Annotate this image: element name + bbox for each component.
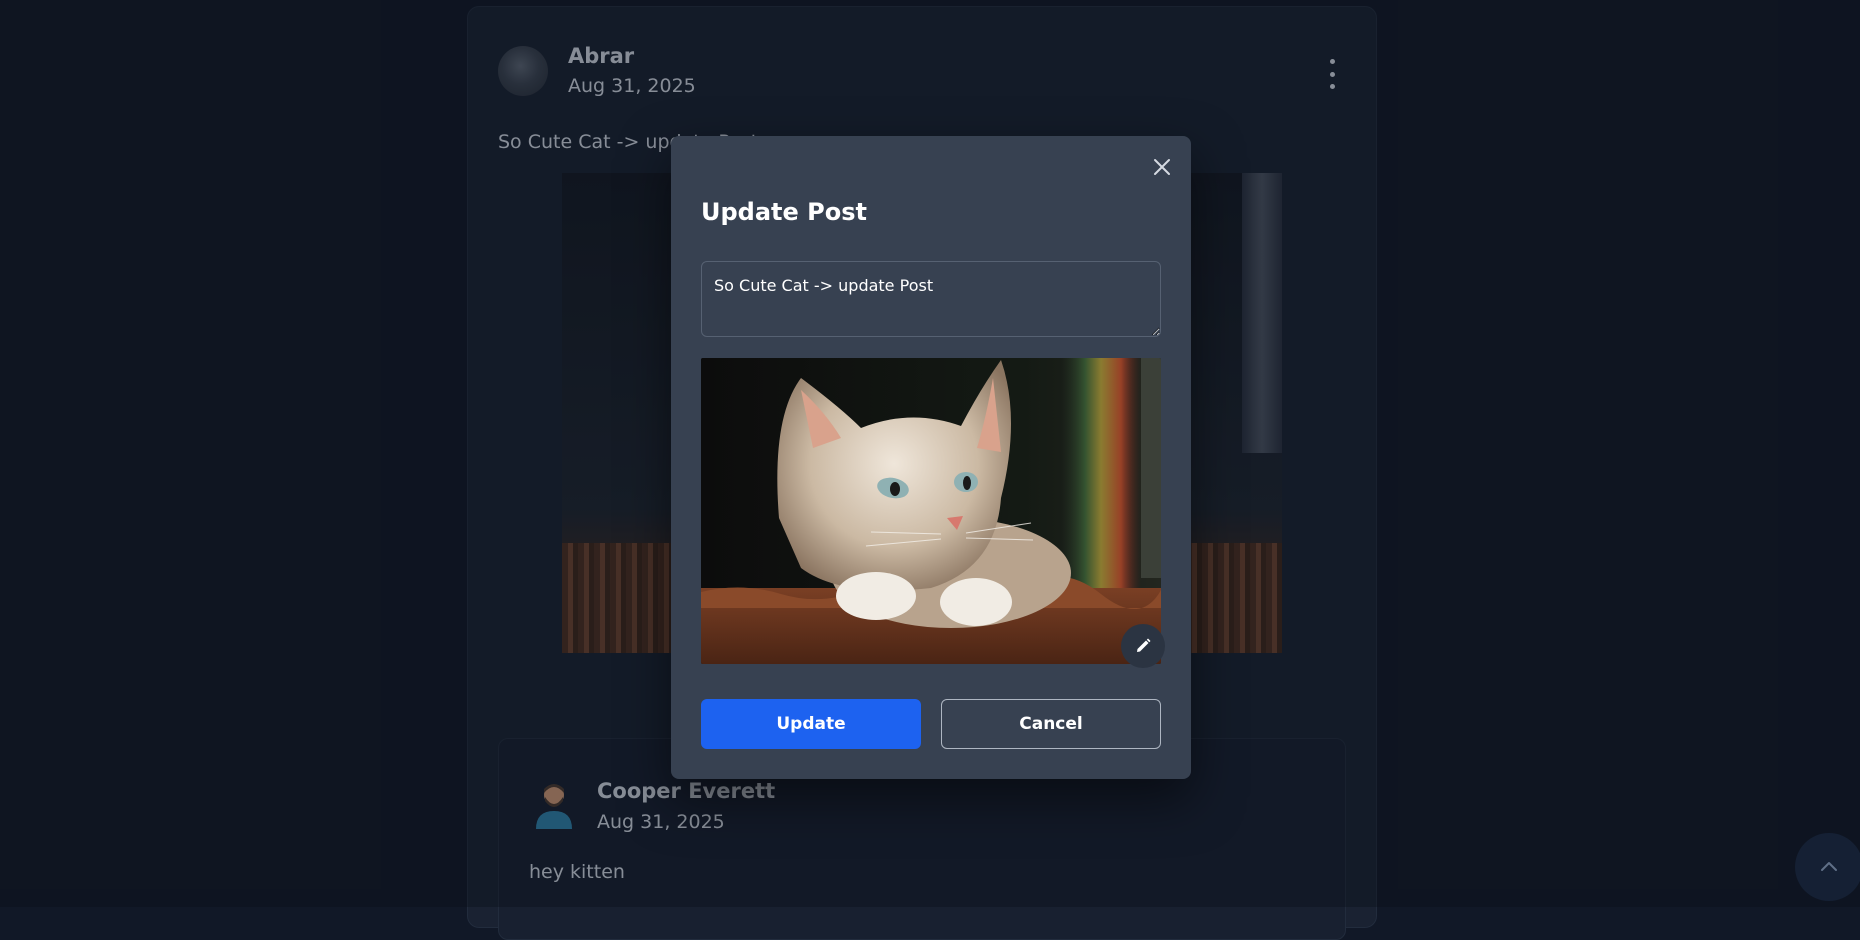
post-text-input[interactable]: So Cute Cat -> update Post xyxy=(701,261,1161,337)
modal-title: Update Post xyxy=(701,198,867,226)
update-button[interactable]: Update xyxy=(701,699,921,749)
image-preview xyxy=(701,358,1161,664)
edit-image-button[interactable] xyxy=(1121,624,1165,668)
update-post-modal: Update Post So Cute Cat -> update Post U… xyxy=(671,136,1191,779)
cat-image xyxy=(701,358,1161,664)
cancel-button[interactable]: Cancel xyxy=(941,699,1161,749)
close-icon xyxy=(1154,159,1170,175)
pencil-icon xyxy=(1137,638,1151,652)
close-button[interactable] xyxy=(1151,156,1173,178)
